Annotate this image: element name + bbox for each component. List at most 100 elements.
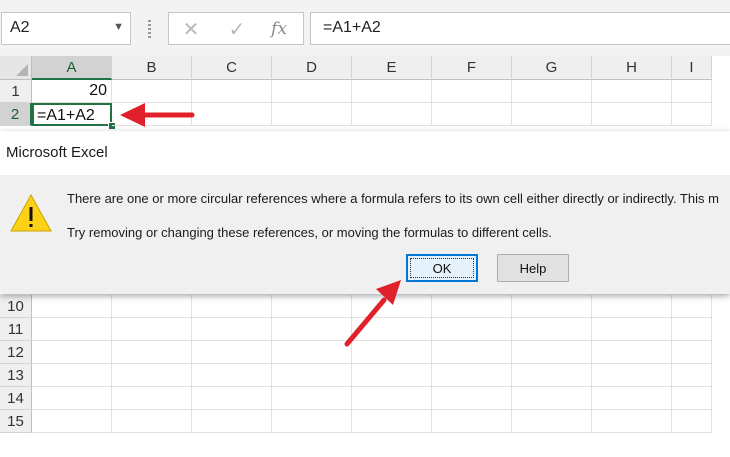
- cell-c1[interactable]: [192, 80, 272, 103]
- cell-c2[interactable]: [192, 103, 272, 126]
- row-header-13[interactable]: 13: [0, 364, 32, 387]
- cell-f15[interactable]: [432, 410, 512, 433]
- row-header-11[interactable]: 11: [0, 318, 32, 341]
- cell-b12[interactable]: [112, 341, 192, 364]
- cell-i15[interactable]: [672, 410, 712, 433]
- insert-function-button[interactable]: fx: [267, 17, 291, 41]
- cell-d14[interactable]: [272, 387, 352, 410]
- cell-g14[interactable]: [512, 387, 592, 410]
- column-header-f[interactable]: F: [432, 56, 512, 80]
- cell-b2[interactable]: [112, 103, 192, 126]
- cell-g2[interactable]: [512, 103, 592, 126]
- cell-d13[interactable]: [272, 364, 352, 387]
- cell-g1[interactable]: [512, 80, 592, 103]
- cell-a12[interactable]: [32, 341, 112, 364]
- formula-input[interactable]: =A1+A2: [310, 12, 730, 45]
- cell-d12[interactable]: [272, 341, 352, 364]
- column-header-h[interactable]: H: [592, 56, 672, 80]
- column-header-i[interactable]: I: [672, 56, 712, 80]
- cell-g13[interactable]: [512, 364, 592, 387]
- cell-a15[interactable]: [32, 410, 112, 433]
- cell-d15[interactable]: [272, 410, 352, 433]
- cell-f10[interactable]: [432, 295, 512, 318]
- cell-g15[interactable]: [512, 410, 592, 433]
- cell-h13[interactable]: [592, 364, 672, 387]
- cell-e1[interactable]: [352, 80, 432, 103]
- cell-b1[interactable]: [112, 80, 192, 103]
- cell-e13[interactable]: [352, 364, 432, 387]
- cell-h11[interactable]: [592, 318, 672, 341]
- cell-a1[interactable]: 20: [32, 80, 112, 103]
- cell-e14[interactable]: [352, 387, 432, 410]
- cell-d11[interactable]: [272, 318, 352, 341]
- help-button[interactable]: Help: [497, 254, 569, 282]
- cell-a2[interactable]: =A1+A2: [32, 103, 112, 126]
- cell-h10[interactable]: [592, 295, 672, 318]
- cell-c13[interactable]: [192, 364, 272, 387]
- cell-c12[interactable]: [192, 341, 272, 364]
- cell-i10[interactable]: [672, 295, 712, 318]
- cell-i12[interactable]: [672, 341, 712, 364]
- cell-e10[interactable]: [352, 295, 432, 318]
- cell-e15[interactable]: [352, 410, 432, 433]
- cell-e2[interactable]: [352, 103, 432, 126]
- cell-f13[interactable]: [432, 364, 512, 387]
- dialog-title-bar[interactable]: Microsoft Excel: [0, 131, 730, 175]
- column-header-c[interactable]: C: [192, 56, 272, 80]
- cell-a11[interactable]: [32, 318, 112, 341]
- cell-f12[interactable]: [432, 341, 512, 364]
- row-header-2[interactable]: 2: [0, 103, 32, 126]
- cell-e12[interactable]: [352, 341, 432, 364]
- cell-c11[interactable]: [192, 318, 272, 341]
- cell-h2[interactable]: [592, 103, 672, 126]
- formula-bar-grip[interactable]: [148, 20, 151, 38]
- row-header-12[interactable]: 12: [0, 341, 32, 364]
- cell-g11[interactable]: [512, 318, 592, 341]
- row-header-1[interactable]: 1: [0, 80, 32, 103]
- x-icon[interactable]: ✕: [179, 17, 203, 41]
- cell-c15[interactable]: [192, 410, 272, 433]
- check-icon[interactable]: ✓: [225, 17, 249, 41]
- cell-i1[interactable]: [672, 80, 712, 103]
- cell-h14[interactable]: [592, 387, 672, 410]
- cell-a13[interactable]: [32, 364, 112, 387]
- cell-f14[interactable]: [432, 387, 512, 410]
- cell-a10[interactable]: [32, 295, 112, 318]
- cell-i14[interactable]: [672, 387, 712, 410]
- cell-b11[interactable]: [112, 318, 192, 341]
- cell-g10[interactable]: [512, 295, 592, 318]
- column-header-a[interactable]: A: [32, 56, 112, 80]
- cell-i11[interactable]: [672, 318, 712, 341]
- cell-h1[interactable]: [592, 80, 672, 103]
- cell-f1[interactable]: [432, 80, 512, 103]
- cell-c14[interactable]: [192, 387, 272, 410]
- chevron-down-icon[interactable]: ▼: [113, 21, 124, 33]
- cell-h12[interactable]: [592, 341, 672, 364]
- column-header-g[interactable]: G: [512, 56, 592, 80]
- cell-i13[interactable]: [672, 364, 712, 387]
- name-box[interactable]: A2 ▼: [1, 12, 131, 45]
- column-header-b[interactable]: B: [112, 56, 192, 80]
- cell-i2[interactable]: [672, 103, 712, 126]
- cell-b15[interactable]: [112, 410, 192, 433]
- cell-b14[interactable]: [112, 387, 192, 410]
- column-header-e[interactable]: E: [352, 56, 432, 80]
- cell-c10[interactable]: [192, 295, 272, 318]
- cell-g12[interactable]: [512, 341, 592, 364]
- cell-b13[interactable]: [112, 364, 192, 387]
- cell-b10[interactable]: [112, 295, 192, 318]
- column-header-d[interactable]: D: [272, 56, 352, 80]
- cell-a14[interactable]: [32, 387, 112, 410]
- row-header-14[interactable]: 14: [0, 387, 32, 410]
- cell-d10[interactable]: [272, 295, 352, 318]
- cell-h15[interactable]: [592, 410, 672, 433]
- row-header-15[interactable]: 15: [0, 410, 32, 433]
- cell-e11[interactable]: [352, 318, 432, 341]
- cell-f2[interactable]: [432, 103, 512, 126]
- cell-d2[interactable]: [272, 103, 352, 126]
- ok-button[interactable]: OK: [406, 254, 478, 282]
- row-header-10[interactable]: 10: [0, 295, 32, 318]
- cell-f11[interactable]: [432, 318, 512, 341]
- select-all-button[interactable]: [0, 56, 32, 80]
- cell-d1[interactable]: [272, 80, 352, 103]
